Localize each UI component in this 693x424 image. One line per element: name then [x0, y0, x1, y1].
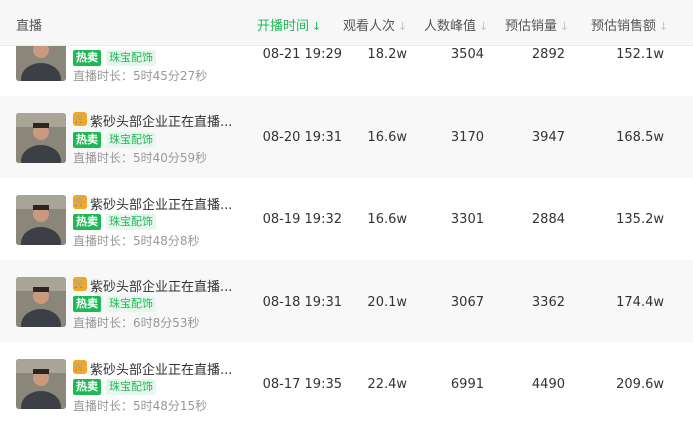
estimated-sales: 3947 [531, 130, 565, 145]
peak-viewers: 3170 [450, 130, 484, 145]
header-peak[interactable]: 人数峰值 ↓ [424, 15, 488, 34]
estimated-revenue: 174.4w [616, 295, 664, 310]
category-tag: 珠宝配饰 [106, 296, 156, 312]
live-duration: 直播时长：5时48分15秒 [73, 399, 208, 413]
table-row[interactable]: 🛒 紫砂头部企业正在直播... 热卖 珠宝配饰 直播时长：5时48分15秒 08… [0, 342, 693, 424]
hot-badge: 热卖 [73, 296, 101, 312]
live-title[interactable]: 紫砂头部企业正在直播... [90, 359, 235, 378]
view-count: 22.4w [367, 377, 407, 392]
category-tag: 珠宝配饰 [106, 379, 156, 395]
live-session-table: 热卖 珠宝配饰 直播时长：5时45分27秒 08-21 19:29 18.2w … [0, 0, 693, 424]
table-row[interactable]: 🛒 紫砂头部企业正在直播... 热卖 珠宝配饰 直播时长：5时48分8秒 08-… [0, 178, 693, 260]
estimated-sales: 3362 [531, 295, 565, 310]
live-duration: 直播时长：5时40分59秒 [73, 151, 208, 165]
live-duration: 直播时长：5时45分27秒 [73, 69, 208, 83]
peak-viewers: 3067 [450, 295, 484, 310]
sort-icon[interactable]: ↓ [659, 20, 668, 33]
streamer-thumbnail[interactable] [16, 113, 66, 163]
sort-icon[interactable]: ↓ [560, 20, 569, 33]
estimated-sales: 2892 [531, 47, 565, 62]
peak-viewers: 3301 [450, 212, 484, 227]
view-count: 16.6w [367, 130, 407, 145]
streamer-thumbnail[interactable] [16, 359, 66, 409]
estimated-revenue: 168.5w [616, 130, 664, 145]
live-duration: 直播时长：6时8分53秒 [73, 316, 200, 330]
category-tag: 珠宝配饰 [106, 132, 156, 148]
start-time: 08-19 19:32 [262, 212, 342, 227]
view-count: 16.6w [367, 212, 407, 227]
start-time: 08-17 19:35 [262, 377, 342, 392]
peak-viewers: 3504 [450, 47, 484, 62]
header-views[interactable]: 观看人次 ↓ [343, 15, 407, 34]
live-title[interactable]: 紫砂头部企业正在直播... [90, 111, 235, 130]
peak-viewers: 6991 [450, 377, 484, 392]
sort-icon[interactable]: ↓ [398, 20, 407, 33]
sort-desc-icon[interactable]: ↓ [312, 20, 321, 33]
table-header: 直播 开播时间 ↓ 观看人次 ↓ 人数峰值 ↓ 预估销量 ↓ 预估销售额 ↓ [0, 0, 693, 46]
estimated-revenue: 209.6w [616, 377, 664, 392]
live-duration: 直播时长：5时48分8秒 [73, 234, 200, 248]
start-time: 08-21 19:29 [262, 47, 342, 62]
category-tag: 珠宝配饰 [106, 214, 156, 230]
header-sales[interactable]: 预估销量 ↓ [505, 15, 569, 34]
hot-badge: 热卖 [73, 50, 101, 66]
streamer-thumbnail[interactable] [16, 195, 66, 245]
shopping-cart-icon: 🛒 [73, 195, 87, 209]
table-row[interactable]: 🛒 紫砂头部企业正在直播... 热卖 珠宝配饰 直播时长：6时8分53秒 08-… [0, 260, 693, 342]
estimated-revenue: 152.1w [616, 47, 664, 62]
header-live: 直播 [16, 19, 43, 34]
shopping-cart-icon: 🛒 [73, 277, 87, 291]
estimated-sales: 2884 [531, 212, 565, 227]
category-tag: 珠宝配饰 [106, 50, 156, 66]
table-row[interactable]: 🛒 紫砂头部企业正在直播... 热卖 珠宝配饰 直播时长：5时40分59秒 08… [0, 96, 693, 178]
view-count: 18.2w [367, 47, 407, 62]
hot-badge: 热卖 [73, 379, 101, 395]
shopping-cart-icon: 🛒 [73, 360, 87, 374]
hot-badge: 热卖 [73, 214, 101, 230]
header-start-time[interactable]: 开播时间 ↓ [257, 15, 321, 34]
live-title[interactable]: 紫砂头部企业正在直播... [90, 276, 235, 295]
start-time: 08-18 19:31 [262, 295, 342, 310]
live-title[interactable]: 紫砂头部企业正在直播... [90, 194, 235, 213]
estimated-revenue: 135.2w [616, 212, 664, 227]
header-amount[interactable]: 预估销售额 ↓ [591, 15, 668, 34]
estimated-sales: 4490 [531, 377, 565, 392]
sort-icon[interactable]: ↓ [479, 20, 488, 33]
hot-badge: 热卖 [73, 132, 101, 148]
start-time: 08-20 19:31 [262, 130, 342, 145]
shopping-cart-icon: 🛒 [73, 112, 87, 126]
view-count: 20.1w [367, 295, 407, 310]
streamer-thumbnail[interactable] [16, 277, 66, 327]
